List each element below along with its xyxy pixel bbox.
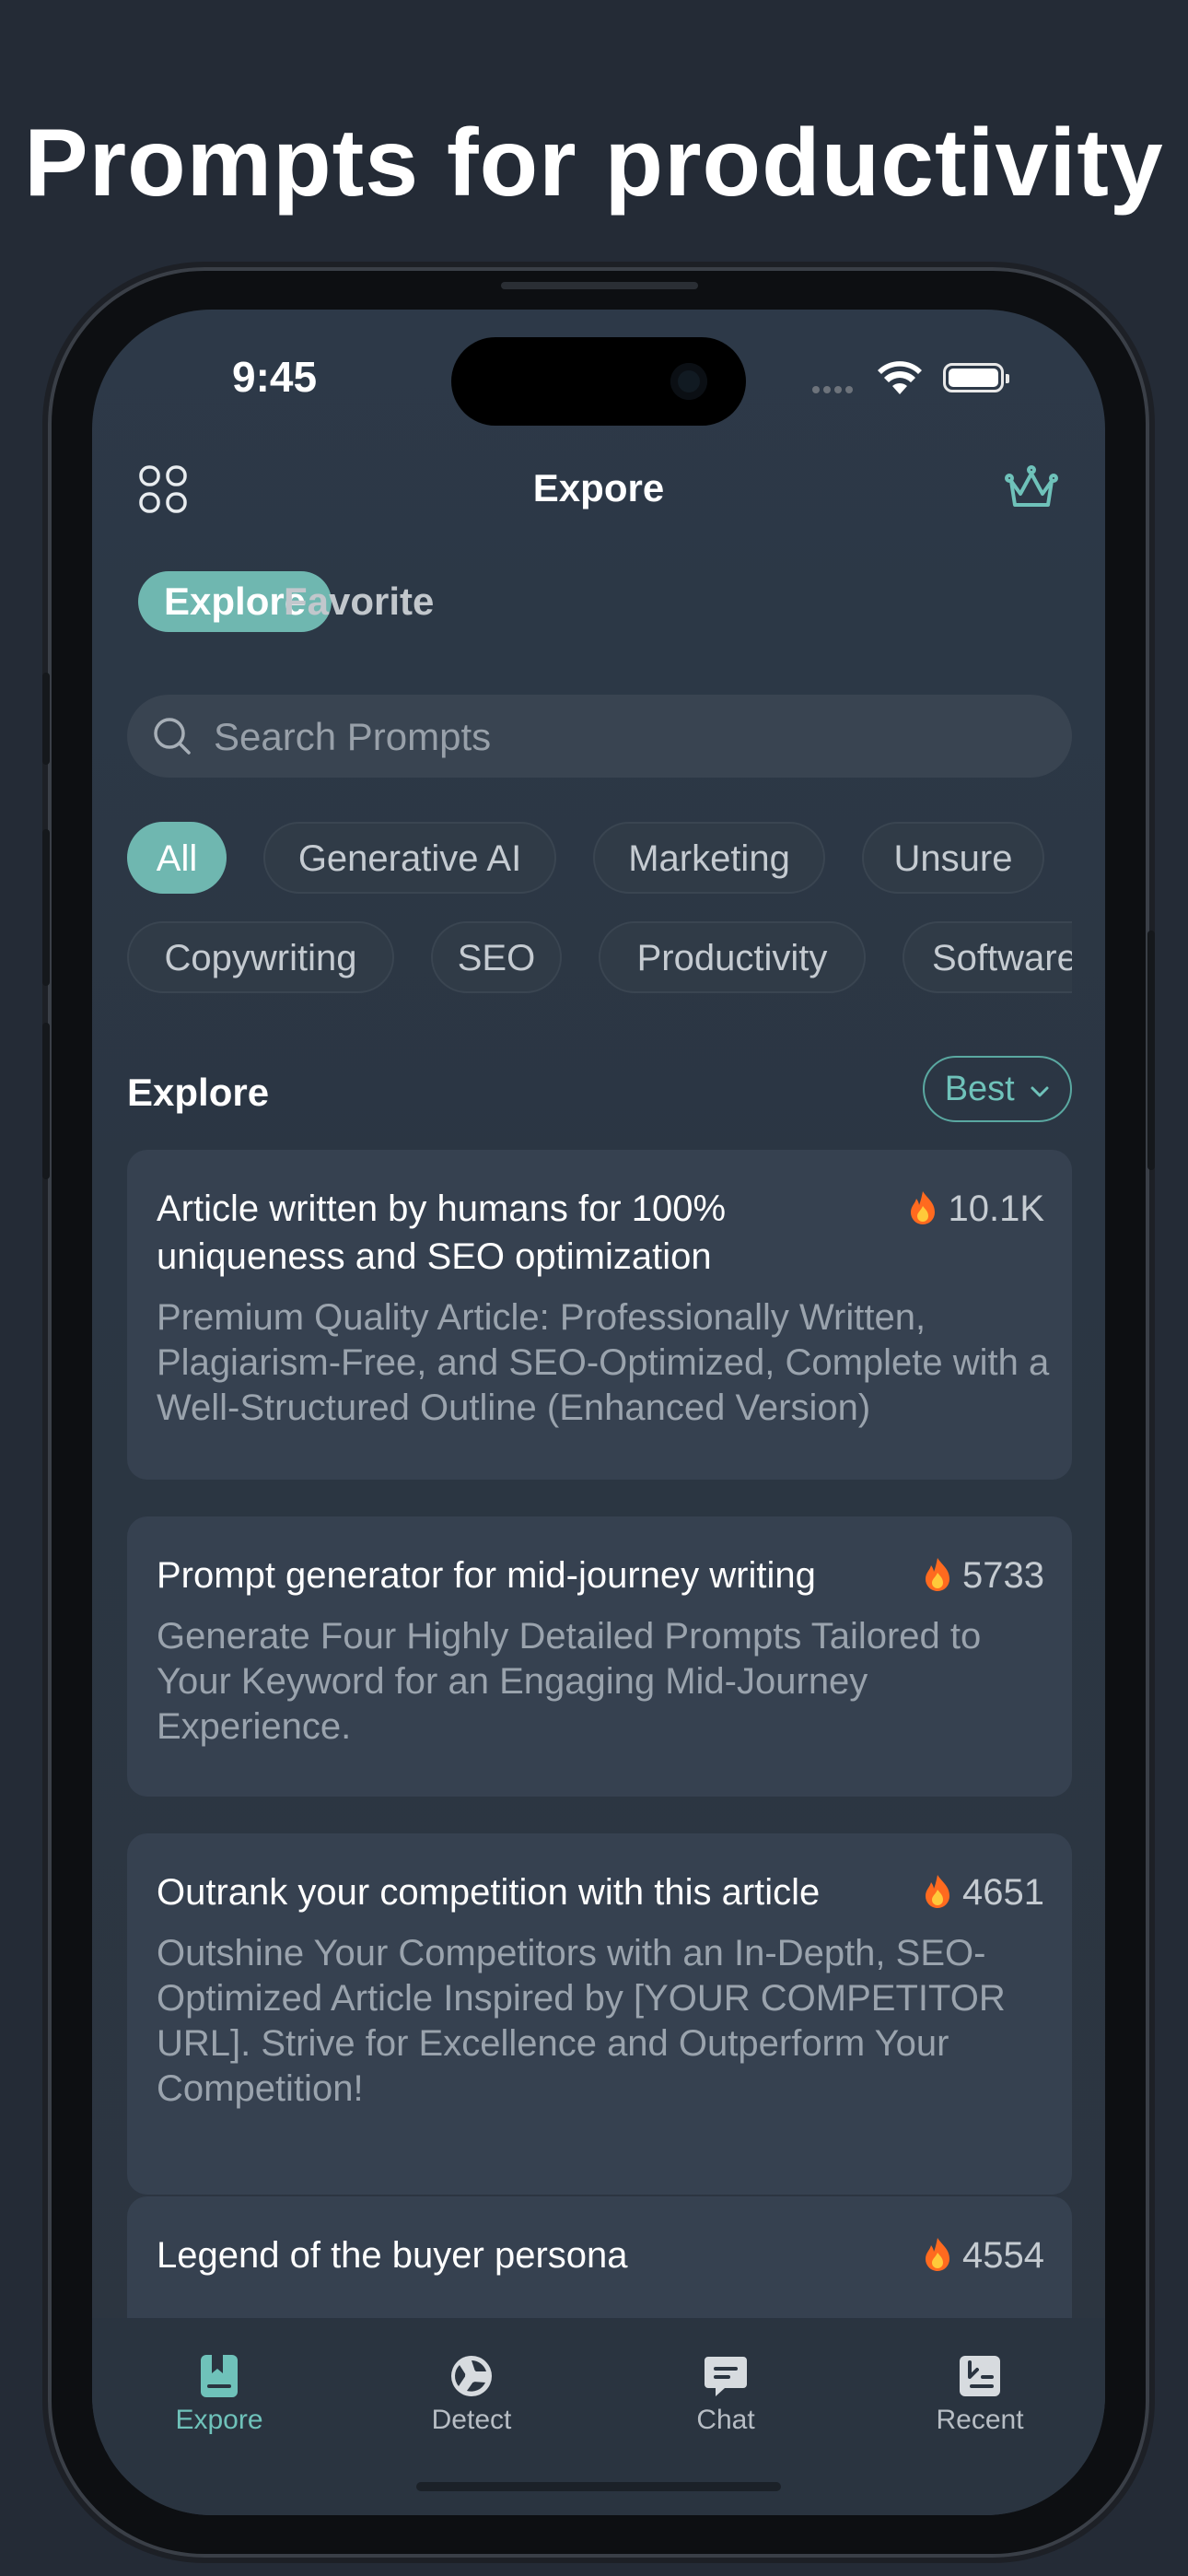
tabbar-item-expore[interactable]: Expore xyxy=(146,2353,293,2436)
popularity-value: 4554 xyxy=(962,2235,1044,2276)
popularity-value: 5733 xyxy=(962,1555,1044,1596)
side-button xyxy=(1147,931,1155,1170)
card-description: Generate Four Highly Detailed Prompts Ta… xyxy=(157,1616,982,1747)
card-description: Premium Quality Article: Professionally … xyxy=(157,1297,1050,1428)
popularity-count: 4554 xyxy=(922,2231,1044,2279)
tabbar-item-detect[interactable]: Detect xyxy=(398,2353,545,2436)
book-icon xyxy=(201,2355,238,2397)
detect-icon xyxy=(451,2356,492,2396)
battery-icon xyxy=(943,363,1009,392)
fire-icon xyxy=(926,2238,950,2271)
chip-all[interactable]: All xyxy=(127,822,227,894)
chat-icon xyxy=(705,2357,747,2396)
prompt-card[interactable]: Article written by humans for 100% uniqu… xyxy=(127,1150,1072,1480)
page-title: Expore xyxy=(532,466,665,509)
popularity-count: 10.1K xyxy=(907,1185,1044,1233)
section-title: Explore xyxy=(127,1071,270,1114)
chip-generative-ai[interactable]: Generative AI xyxy=(263,822,556,894)
tabbar-label: Recent xyxy=(936,2405,1024,2435)
app-screen: 9:45 Expore Explore Favorite Search Prom… xyxy=(92,310,1105,2515)
chevron-down-icon xyxy=(1031,1086,1049,1097)
popularity-value: 10.1K xyxy=(948,1188,1044,1229)
recent-icon xyxy=(960,2356,1000,2396)
tabbar-item-chat[interactable]: Chat xyxy=(652,2353,799,2436)
card-title: Legend of the buyer persona xyxy=(157,2235,628,2276)
prompt-card[interactable]: Outrank your competition with this artic… xyxy=(127,1833,1072,2195)
fire-icon xyxy=(911,1191,936,1224)
side-button xyxy=(42,829,50,986)
card-title: Outrank your competition with this artic… xyxy=(157,1872,821,1913)
search-icon xyxy=(154,718,191,755)
speaker-grille xyxy=(501,282,698,289)
headline: Prompts for productivity xyxy=(24,110,1164,217)
chip-unsure[interactable]: Unsure xyxy=(862,822,1044,894)
fire-icon xyxy=(926,1875,950,1908)
search-placeholder: Search Prompts xyxy=(214,715,492,758)
chip-seo[interactable]: SEO xyxy=(431,921,562,993)
chip-productivity[interactable]: Productivity xyxy=(599,921,866,993)
popularity-count: 4651 xyxy=(922,1868,1044,1916)
popularity-value: 4651 xyxy=(962,1872,1044,1913)
tabbar-label: Chat xyxy=(696,2405,755,2435)
sort-dropdown[interactable]: Best xyxy=(923,1056,1072,1122)
tabbar-item-recent[interactable]: Recent xyxy=(906,2353,1054,2436)
side-button xyxy=(42,1023,50,1179)
wifi-icon xyxy=(878,361,922,394)
chip-copywriting[interactable]: Copywriting xyxy=(127,921,394,993)
card-title: Article written by humans for 100% uniqu… xyxy=(157,1188,727,1277)
tabbar-label: Expore xyxy=(175,2405,263,2435)
sort-label: Best xyxy=(944,1070,1015,1108)
status-time: 9:45 xyxy=(232,353,318,401)
side-button xyxy=(42,673,50,765)
crown-icon[interactable] xyxy=(1004,461,1059,516)
fire-icon xyxy=(926,1558,950,1591)
card-title: Prompt generator for mid-journey writing xyxy=(157,1555,816,1596)
popularity-count: 5733 xyxy=(922,1551,1044,1599)
prompt-card[interactable]: Prompt generator for mid-journey writing… xyxy=(127,1516,1072,1797)
home-indicator xyxy=(416,2482,781,2491)
chip-software[interactable]: Software xyxy=(903,921,1072,993)
card-description: Outshine Your Competitors with an In-Dep… xyxy=(157,1933,1006,2109)
cellular-signal-icon xyxy=(812,381,856,398)
search-input[interactable]: Search Prompts xyxy=(127,695,1072,778)
camera-icon xyxy=(670,363,707,400)
tabbar-label: Detect xyxy=(431,2405,512,2435)
chip-marketing[interactable]: Marketing xyxy=(593,822,825,894)
tab-favorite[interactable]: Favorite xyxy=(258,571,460,632)
